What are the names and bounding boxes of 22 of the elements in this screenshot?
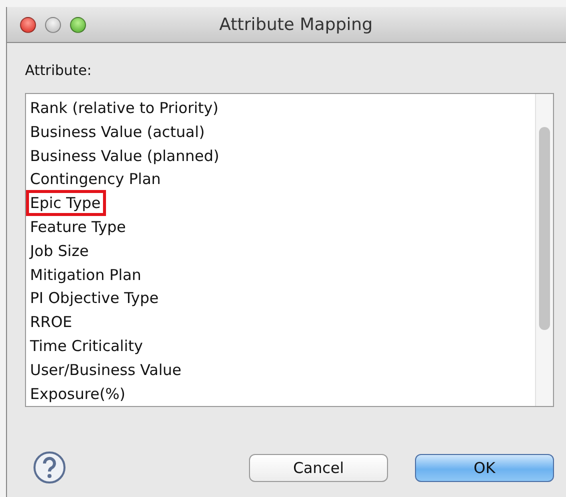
ok-button[interactable]: OK bbox=[415, 454, 554, 482]
list-item[interactable]: Job Size bbox=[28, 240, 92, 262]
list-item[interactable]: RROE bbox=[28, 311, 76, 334]
help-icon[interactable] bbox=[33, 451, 66, 484]
zoom-button[interactable] bbox=[70, 16, 86, 32]
scrollbar-thumb[interactable] bbox=[539, 127, 550, 330]
list-item[interactable]: Exposure(%) bbox=[28, 382, 128, 405]
list-item[interactable]: Business Value (planned) bbox=[28, 144, 222, 167]
list-item[interactable]: Epic Type bbox=[28, 192, 104, 214]
minimize-button[interactable] bbox=[45, 16, 61, 32]
attribute-label: Attribute: bbox=[25, 63, 93, 79]
window-title: Attribute Mapping bbox=[219, 14, 373, 34]
list-item[interactable]: Contingency Plan bbox=[28, 168, 164, 190]
list-item[interactable]: Mitigation Plan bbox=[28, 264, 144, 286]
list-item[interactable]: Rank (relative to Priority) bbox=[28, 97, 222, 119]
list-item[interactable]: Time Criticality bbox=[28, 334, 146, 357]
list-item[interactable]: PI Objective Type bbox=[28, 287, 162, 310]
close-button[interactable] bbox=[20, 16, 36, 32]
list-item[interactable]: Business Value (actual) bbox=[28, 120, 208, 143]
cancel-button[interactable]: Cancel bbox=[249, 454, 388, 482]
list-item[interactable]: Feature Type bbox=[28, 216, 129, 238]
list-item[interactable]: User/Business Value bbox=[28, 358, 184, 381]
